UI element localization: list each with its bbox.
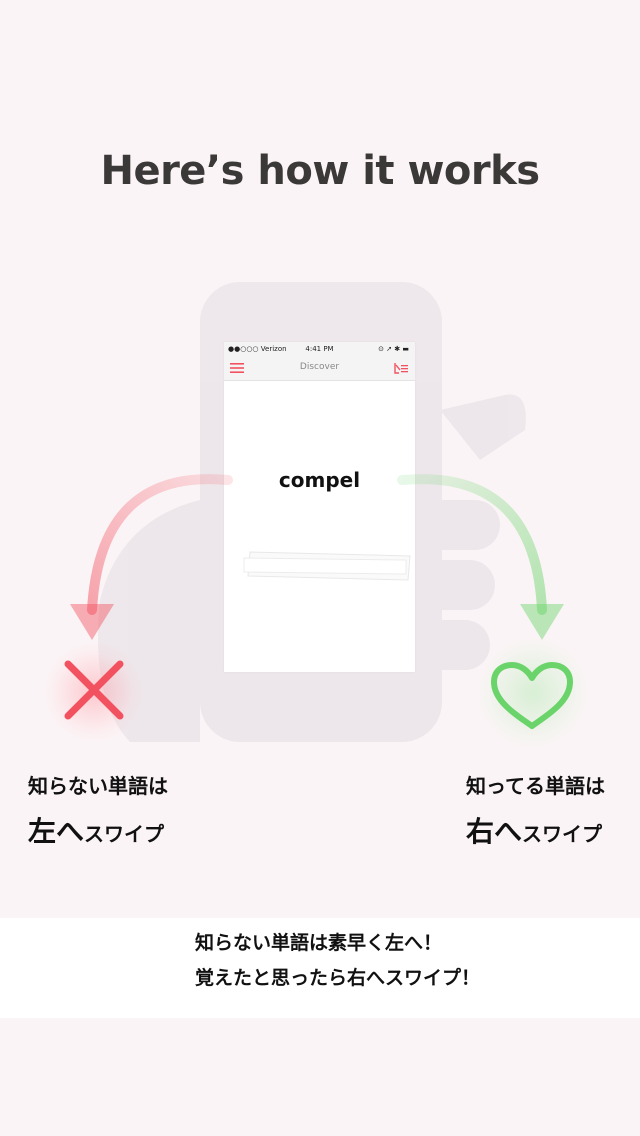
close-icon [64, 660, 124, 720]
left-action: スワイプ [84, 822, 165, 846]
heart-icon [491, 662, 573, 729]
right-direction: 右へ [466, 815, 523, 848]
right-top-label: 知ってる単語は [466, 774, 605, 798]
left-direction: 左へ [28, 815, 85, 848]
right-arrowhead [520, 604, 564, 640]
left-swipe-label: 左へスワイプ [28, 810, 164, 850]
left-arrowhead [70, 604, 114, 640]
right-swipe-label: 右へスワイプ [466, 810, 602, 850]
left-top-label: 知らない単語は [28, 774, 168, 798]
caption-line-2: 覚えたと思ったら右へスワイプ！ [195, 967, 481, 989]
right-action: スワイプ [522, 822, 603, 846]
left-swipe-arrow [87, 474, 233, 615]
right-swipe-arrow [397, 474, 547, 615]
caption-line-1: 知らない単語は素早く左へ！ [195, 932, 443, 954]
